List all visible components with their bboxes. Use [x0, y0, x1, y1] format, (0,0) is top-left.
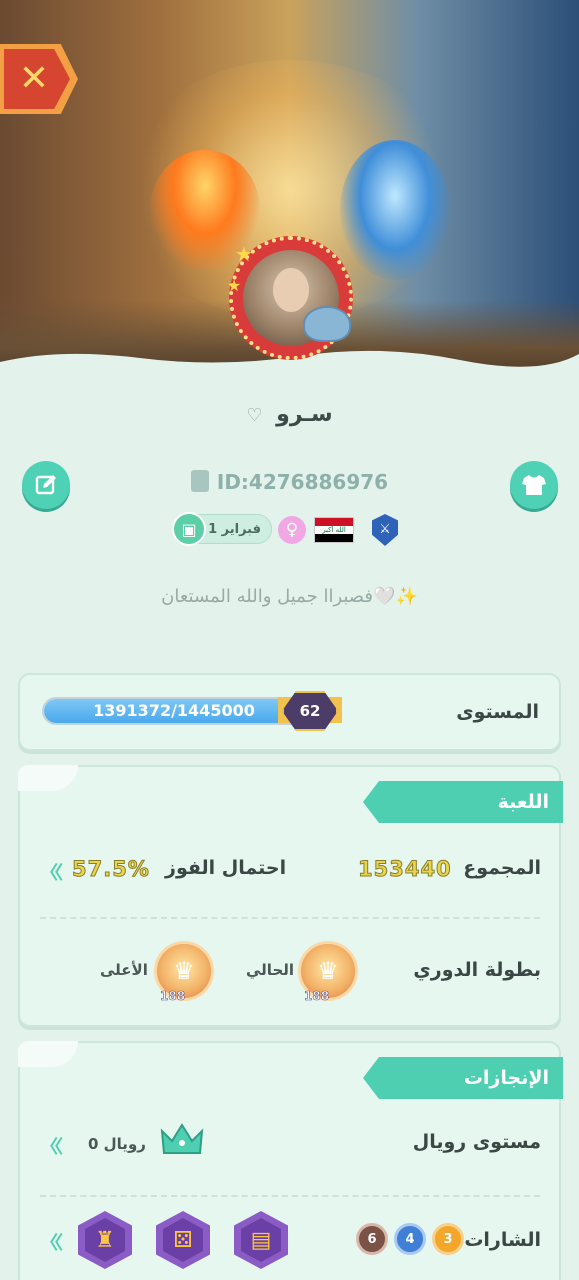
achievements-card: الإنجازات مستوى رويال رويال 0 〈〈 الشارات… [18, 1041, 563, 1280]
rank-shield-icon: ⚔ [372, 514, 398, 546]
highest-league-count: 188 [160, 989, 186, 1004]
user-bio: فصبراا جميل والله المستعان🤍✨ [161, 586, 418, 607]
user-id-row[interactable]: ID:4276886976 [0, 470, 579, 494]
card-corner [18, 765, 78, 791]
cake-icon: ▣ [172, 512, 206, 546]
current-league-count: 188 [304, 989, 330, 1004]
elephant-icon [303, 306, 351, 342]
total-value: 153440 [358, 857, 452, 882]
star-icon: ★ [235, 242, 253, 266]
win-rate-label: احتمال الفوز [165, 857, 287, 879]
avatar[interactable]: ★ ★ [227, 236, 353, 360]
user-id: ID:4276886976 [216, 470, 389, 494]
female-gender-icon: ♀ [278, 516, 306, 544]
star-icon: ★ [227, 276, 242, 295]
level-card: المستوى 1391372/1445000 62 [18, 673, 561, 751]
divider [40, 917, 540, 919]
iraq-flag-icon: الله أكبر [314, 517, 354, 543]
heart-icon: ♡ [246, 405, 263, 426]
user-name: سـرو [276, 402, 333, 427]
flag-text: الله أكبر [315, 525, 353, 534]
gold-badge-count: 3 [432, 1223, 464, 1255]
level-label: المستوى [456, 701, 539, 723]
crown-icon [160, 1123, 204, 1154]
total-label: المجموع [463, 857, 541, 879]
achievements-section-title: الإنجازات [363, 1057, 563, 1099]
highest-label: الأعلى [100, 961, 148, 979]
badges-arrow-icon[interactable]: 〈〈 [40, 1229, 63, 1255]
royal-arrow-icon[interactable]: 〈〈 [40, 1133, 63, 1159]
win-rate-value: 57.5% [72, 857, 150, 882]
card-corner [18, 1041, 78, 1067]
divider [40, 1195, 540, 1197]
silver-badge-count: 4 [394, 1223, 426, 1255]
win-rate-arrow-icon[interactable]: 〈〈 [40, 859, 63, 885]
royal-level-label: مستوى رويال [412, 1131, 541, 1153]
close-icon: ✕ [18, 58, 50, 99]
game-stats-card: اللعبة المجموع 153440 احتمال الفوز 57.5%… [18, 765, 563, 1027]
league-label: بطولة الدوري [413, 959, 541, 981]
level-progress-text: 1391372/1445000 [93, 701, 255, 720]
dice-badge-icon[interactable]: ⚄ [156, 1211, 210, 1269]
royal-level-value: رويال 0 [88, 1135, 146, 1153]
copy-icon [190, 470, 209, 492]
user-name-row: ♡ سـرو [0, 402, 579, 427]
bronze-badge-count: 6 [356, 1223, 388, 1255]
badges-label: الشارات [464, 1229, 541, 1251]
birthday-text: 1 فبراير [208, 521, 261, 537]
profile-tags: 1 فبراير ▣ ♀ الله أكبر ⚔ [0, 512, 579, 546]
trophy-badge-icon[interactable]: ♜ [78, 1211, 132, 1269]
current-label: الحالي [246, 961, 295, 979]
chest-badge-icon[interactable]: ▤ [234, 1211, 288, 1269]
game-section-title: اللعبة [363, 781, 563, 823]
ice-sword-icon [340, 140, 450, 280]
